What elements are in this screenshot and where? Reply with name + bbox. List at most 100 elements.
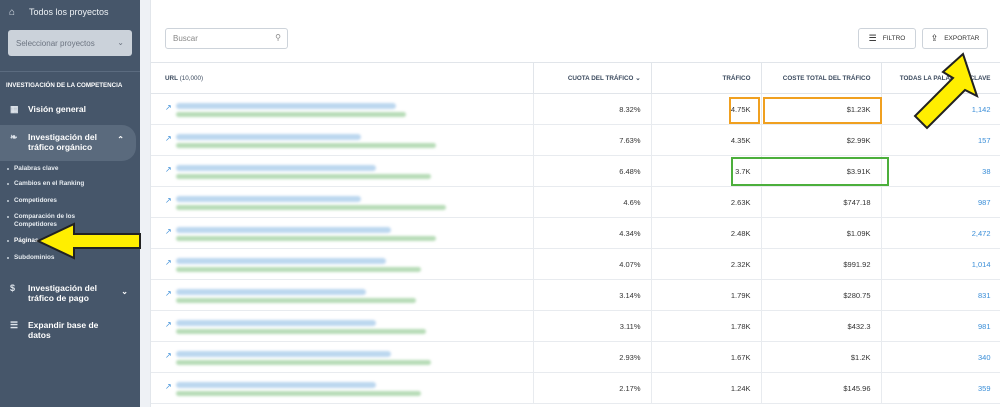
table-row: ↗ 3.11% 1.78K $432.3 981 — [151, 310, 1000, 342]
external-link-icon[interactable]: ↗ — [165, 134, 172, 143]
page-url — [176, 236, 436, 241]
url-cell[interactable]: ↗ — [151, 186, 534, 218]
table-header-row: URL (10,000) CUOTA DEL TRÁFICO ⌄ TRÁFICO… — [151, 62, 1000, 94]
export-button[interactable]: ⇪ EXPORTAR — [922, 28, 988, 49]
traffic-share-cell: 2.93% — [533, 341, 652, 373]
traffic-cost-highlight-box-green — [731, 157, 889, 186]
sidebar-item-expand-database[interactable]: ☰ Expandir base de datos — [0, 320, 140, 340]
external-link-icon[interactable]: ↗ — [165, 165, 172, 174]
traffic-share-cell: 4.34% — [533, 217, 652, 249]
chevron-down-icon: ⌄ — [117, 38, 124, 47]
home-icon: ⌂ — [9, 6, 16, 18]
chevron-up-icon: ⌃ — [117, 135, 124, 144]
traffic-cost-cell: $991.92 — [761, 248, 882, 280]
page-title-link[interactable] — [176, 289, 366, 295]
filter-button[interactable]: ☰ FILTRO — [858, 28, 916, 49]
keywords-cell[interactable]: 831 — [881, 279, 1000, 311]
grid-icon: ▦ — [10, 104, 19, 114]
page-url — [176, 143, 436, 148]
url-cell[interactable]: ↗ — [151, 279, 534, 311]
page-title-link[interactable] — [176, 165, 376, 171]
traffic-cost-cell: $2.99K — [761, 124, 882, 156]
external-link-icon[interactable]: ↗ — [165, 196, 172, 205]
page-title-link[interactable] — [176, 351, 391, 357]
keywords-cell[interactable]: 1,014 — [881, 248, 1000, 280]
sidebar-item-label: Visión general — [28, 104, 86, 114]
search-input[interactable]: Buscar ⚲ — [165, 28, 288, 49]
traffic-share-cell: 8.32% — [533, 93, 652, 125]
traffic-cell: 2.32K — [651, 248, 762, 280]
keywords-cell[interactable]: 987 — [881, 186, 1000, 218]
table-row: ↗ 2.17% 1.24K $145.96 359 — [151, 372, 1000, 404]
traffic-cell: 4.35K — [651, 124, 762, 156]
external-link-icon[interactable]: ↗ — [165, 382, 172, 391]
traffic-cost-cell: $432.3 — [761, 310, 882, 342]
traffic-cost-cell: $280.75 — [761, 279, 882, 311]
page-title-link[interactable] — [176, 227, 391, 233]
project-select[interactable]: Seleccionar proyectos ⌄ — [8, 30, 132, 56]
page-title-link[interactable] — [176, 258, 386, 264]
keywords-cell[interactable]: 38 — [881, 155, 1000, 187]
page-url — [176, 174, 431, 179]
page-title-link[interactable] — [176, 196, 361, 202]
table-row: ↗ 7.63% 4.35K $2.99K 157 — [151, 124, 1000, 156]
url-cell[interactable]: ↗ — [151, 248, 534, 280]
page-title-link[interactable] — [176, 382, 376, 388]
page-title-link[interactable] — [176, 320, 376, 326]
traffic-share-cell: 6.48% — [533, 155, 652, 187]
url-cell[interactable]: ↗ — [151, 93, 534, 125]
sort-chevron-icon: ⌄ — [635, 74, 641, 82]
pointer-arrow-export — [913, 52, 979, 130]
external-link-icon[interactable]: ↗ — [165, 320, 172, 329]
sidebar-item-label: Expandir base de datos — [28, 320, 99, 340]
traffic-cost-cell: $1.2K — [761, 341, 882, 373]
sidebar-subitem-keywords[interactable]: Palabras clave — [6, 165, 58, 173]
sidebar-item-overview[interactable]: ▦ Visión general — [0, 104, 140, 115]
external-link-icon[interactable]: ↗ — [165, 258, 172, 267]
sidebar-item-paid-traffic[interactable]: $ Investigación del tráfico de pago ⌄ — [0, 283, 140, 303]
search-icon: ⚲ — [275, 33, 281, 42]
url-cell[interactable]: ↗ — [151, 372, 534, 404]
sidebar: ⌂ Todos los proyectos Seleccionar proyec… — [0, 0, 140, 407]
keywords-cell[interactable]: 359 — [881, 372, 1000, 404]
main-panel: Buscar ⚲ ☰ FILTRO ⇪ EXPORTAR URL (10,000… — [150, 0, 1000, 407]
page-url — [176, 298, 416, 303]
sidebar-subitem-competitors[interactable]: Competidores — [7, 197, 57, 205]
page-url — [176, 329, 426, 334]
keywords-cell[interactable]: 981 — [881, 310, 1000, 342]
traffic-cell: 2.63K — [651, 186, 762, 218]
page-url — [176, 112, 406, 117]
table-row: ↗ 4.07% 2.32K $991.92 1,014 — [151, 248, 1000, 280]
keywords-cell[interactable]: 2,472 — [881, 217, 1000, 249]
url-cell[interactable]: ↗ — [151, 124, 534, 156]
traffic-share-cell: 4.07% — [533, 248, 652, 280]
traffic-cost-cell: $145.96 — [761, 372, 882, 404]
traffic-cost-cell: $1.09K — [761, 217, 882, 249]
traffic-highlight-box — [729, 97, 760, 124]
traffic-cell: 1.79K — [651, 279, 762, 311]
page-title-link[interactable] — [176, 134, 361, 140]
external-link-icon[interactable]: ↗ — [165, 351, 172, 360]
column-header-traffic[interactable]: TRÁFICO — [651, 62, 762, 94]
url-cell[interactable]: ↗ — [151, 155, 534, 187]
column-header-url[interactable]: URL (10,000) — [151, 62, 534, 94]
url-cell[interactable]: ↗ — [151, 217, 534, 249]
page-title-link[interactable] — [176, 103, 396, 109]
page-url — [176, 360, 431, 365]
export-label: EXPORTAR — [944, 35, 980, 42]
url-cell[interactable]: ↗ — [151, 341, 534, 373]
column-header-traffic-cost[interactable]: COSTE TOTAL DEL TRÁFICO — [761, 62, 882, 94]
sidebar-item-organic-traffic[interactable]: ❧ Investigación del tráfico orgánico ⌃ — [0, 125, 136, 161]
external-link-icon[interactable]: ↗ — [165, 103, 172, 112]
keywords-cell[interactable]: 340 — [881, 341, 1000, 373]
url-cell[interactable]: ↗ — [151, 310, 534, 342]
all-projects-link[interactable]: ⌂ Todos los proyectos — [0, 0, 140, 24]
column-header-traffic-share[interactable]: CUOTA DEL TRÁFICO ⌄ — [533, 62, 652, 94]
external-link-icon[interactable]: ↗ — [165, 227, 172, 236]
traffic-share-cell: 3.11% — [533, 310, 652, 342]
sidebar-item-label: Investigación del tráfico orgánico — [28, 132, 97, 152]
table-row: ↗ 3.14% 1.79K $280.75 831 — [151, 279, 1000, 311]
sidebar-subitem-ranking-changes[interactable]: Cambios en el Ranking — [6, 180, 84, 188]
all-projects-label: Todos los proyectos — [29, 7, 109, 17]
external-link-icon[interactable]: ↗ — [165, 289, 172, 298]
